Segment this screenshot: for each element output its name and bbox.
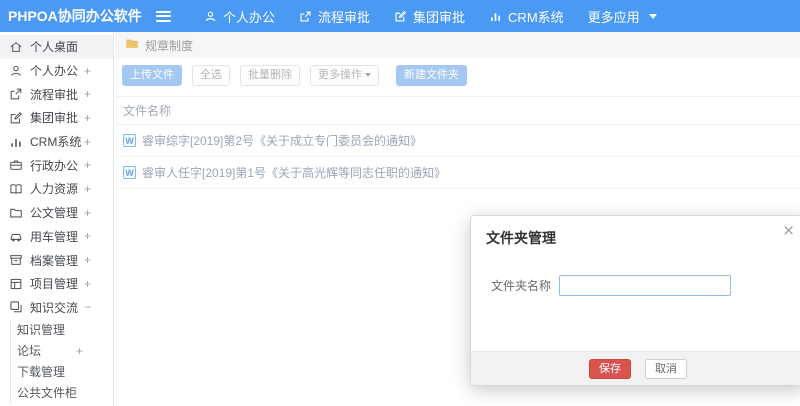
more-actions-button[interactable]: 更多操作	[310, 65, 379, 86]
nav-item-workflow-approval[interactable]: 流程审批	[299, 7, 370, 26]
dialog-footer: 保存 取消	[471, 351, 800, 385]
sidebar-item-public-file-cabinet[interactable]: 公共文件柜	[11, 382, 113, 403]
sidebar-item-knowledge-exchange[interactable]: 知识交流 −	[0, 296, 113, 320]
sidebar-item-workflow-approval[interactable]: 流程审批 +	[0, 82, 113, 106]
breadcrumb: 规章制度	[115, 32, 800, 58]
sidebar-item-archive-management[interactable]: 档案管理 +	[0, 248, 113, 272]
sidebar-item-vehicle-management[interactable]: 用车管理 +	[0, 225, 113, 249]
dialog-title: 文件夹管理	[486, 230, 556, 246]
file-name[interactable]: 睿审综字[2019]第2号《关于成立专门委员会的通知》	[142, 132, 422, 149]
new-folder-button[interactable]: 新建文件夹	[396, 65, 467, 86]
caret-down-icon	[648, 13, 657, 19]
app-logo: PHPOA协同办公软件	[8, 8, 142, 24]
file-table: 文件名称 W 睿审综字[2019]第2号《关于成立专门委员会的通知》 W 睿审人…	[115, 96, 800, 189]
bar-chart-icon	[489, 10, 502, 23]
sidebar-item-download-management[interactable]: 下载管理	[11, 361, 113, 382]
file-table-header: 文件名称	[115, 96, 800, 125]
file-name[interactable]: 睿审人任字[2019]第1号《关于高光辉等同志任职的通知》	[142, 164, 446, 181]
user-icon	[9, 64, 23, 78]
workflow-icon	[299, 10, 312, 23]
sidebar: 个人桌面 个人办公 + 流程审批 + 集团审批 + CRM系统 + 行政办公 +…	[0, 32, 114, 406]
copy-icon	[9, 300, 23, 314]
home-icon	[9, 40, 23, 54]
cancel-button[interactable]: 取消	[645, 358, 687, 379]
word-doc-icon: W	[123, 166, 136, 179]
archive-icon	[9, 253, 23, 267]
breadcrumb-label: 规章制度	[145, 38, 194, 53]
nav-item-group-approval[interactable]: 集团审批	[394, 7, 465, 26]
sidebar-item-group-approval[interactable]: 集团审批 +	[0, 106, 113, 130]
top-navbar: PHPOA协同办公软件 个人办公 流程审批 集团审批 CRM系统 更多应用	[0, 0, 800, 32]
folder-name-input[interactable]	[559, 275, 732, 296]
folder-icon	[125, 37, 139, 53]
briefcase-icon	[9, 158, 23, 172]
file-panel: 上传文件 全选 批量删除 更多操作 新建文件夹 文件名称 W 睿审综字[2019…	[115, 58, 800, 189]
project-icon	[9, 277, 23, 291]
edit-square-icon	[394, 10, 407, 23]
close-icon[interactable]: ×	[782, 223, 795, 238]
upload-file-button[interactable]: 上传文件	[122, 65, 182, 86]
edit-square-icon	[9, 111, 23, 125]
caret-down-icon	[365, 73, 371, 78]
sidebar-item-crm-system[interactable]: CRM系统 +	[0, 130, 113, 154]
sidebar-item-forum[interactable]: 论坛 +	[11, 340, 113, 361]
sidebar-item-personal-office[interactable]: 个人办公 +	[0, 59, 113, 83]
folder-management-dialog: 文件夹管理 × 文件夹名称 保存 取消	[470, 215, 800, 386]
folder-icon	[9, 206, 23, 220]
folder-name-label: 文件夹名称	[491, 279, 552, 293]
sidebar-item-project-management[interactable]: 项目管理 +	[0, 272, 113, 296]
nav-item-crm-system[interactable]: CRM系统	[489, 7, 564, 26]
sidebar-item-personal-desktop[interactable]: 个人桌面	[0, 35, 113, 59]
batch-delete-button[interactable]: 批量删除	[240, 65, 300, 86]
sidebar-item-human-resources[interactable]: 人力资源 +	[0, 177, 113, 201]
file-row[interactable]: W 睿审人任字[2019]第1号《关于高光辉等同志任职的通知》	[115, 157, 800, 189]
book-icon	[9, 182, 23, 196]
user-icon	[204, 10, 217, 23]
nav-item-more-apps[interactable]: 更多应用	[588, 7, 657, 26]
car-icon	[9, 229, 23, 243]
workflow-icon	[9, 87, 23, 101]
sidebar-item-document-management[interactable]: 公文管理 +	[0, 201, 113, 225]
sidebar-item-admin-office[interactable]: 行政办公 +	[0, 153, 113, 177]
sidebar-item-knowledge-management[interactable]: 知识管理	[11, 319, 113, 340]
save-button[interactable]: 保存	[589, 358, 631, 379]
word-doc-icon: W	[123, 134, 136, 147]
sidebar-toggle-button[interactable]	[146, 0, 180, 32]
folder-name-form-row: 文件夹名称	[471, 275, 800, 296]
file-row[interactable]: W 睿审综字[2019]第2号《关于成立专门委员会的通知》	[115, 125, 800, 157]
knowledge-exchange-submenu: 知识管理 论坛 + 下载管理 公共文件柜	[10, 319, 113, 404]
bar-chart-icon	[9, 135, 23, 149]
nav-item-personal-office[interactable]: 个人办公	[204, 7, 275, 26]
toolbar: 上传文件 全选 批量删除 更多操作 新建文件夹	[115, 58, 800, 93]
select-all-button[interactable]: 全选	[192, 65, 230, 86]
